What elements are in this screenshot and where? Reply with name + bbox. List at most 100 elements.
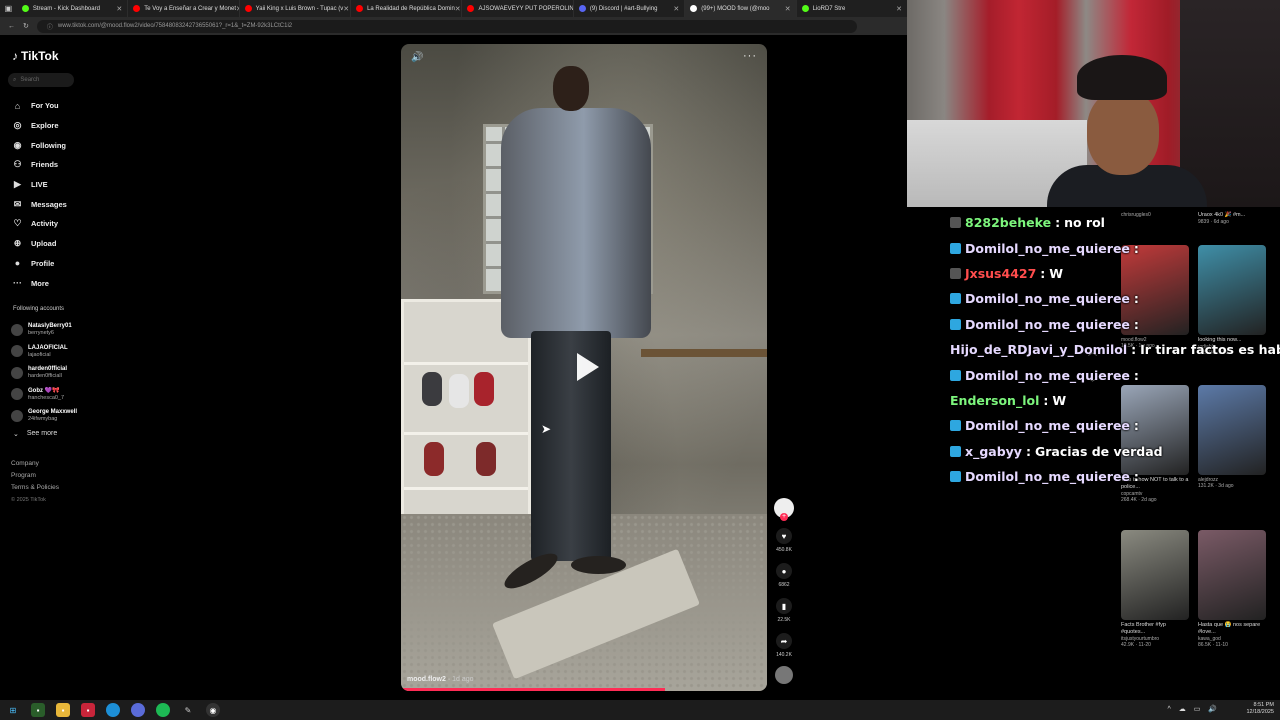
system-tray-icons[interactable]: ^ ☁ ▭ 🔊 xyxy=(1168,705,1220,713)
chat-badge-icon xyxy=(950,369,961,381)
close-tab-icon[interactable]: ✕ xyxy=(785,5,791,13)
browser-tab[interactable]: LioRD7 Stre ✕ xyxy=(797,0,909,17)
music-disc-icon[interactable] xyxy=(775,666,793,684)
tiktok-logo-text: TikTok xyxy=(21,49,59,63)
close-tab-icon[interactable]: ✕ xyxy=(673,5,679,13)
chat-message: Domilol_no_me_quieree: xyxy=(950,464,1280,489)
taskbar-clock[interactable]: 8:51 PM 12/18/2025 xyxy=(1246,702,1274,716)
sidebar-item-activity[interactable]: ♡ Activity xyxy=(11,214,67,234)
app-icon-pen[interactable]: ✎ xyxy=(181,703,195,717)
save-action[interactable]: ▮ 22.5K xyxy=(773,598,795,623)
browser-tab[interactable]: La Realidad de República Domin ✕ xyxy=(351,0,463,17)
tab-favicon-icon xyxy=(578,5,586,12)
app-icon-red[interactable]: ▪ xyxy=(81,703,95,717)
browser-tab[interactable]: AJSOWAEVEYY PUT POPEROLIN✕ xyxy=(462,0,574,17)
chat-username[interactable]: Domilol_no_me_quieree xyxy=(965,291,1130,306)
account-name: LAJAOFICIAL xyxy=(28,344,68,351)
chat-username[interactable]: Hijo_de_RDJavi_y_Domilol xyxy=(950,342,1127,357)
edge-browser-icon[interactable] xyxy=(106,703,120,717)
live-icon: ▶ xyxy=(14,179,21,190)
chat-badge-icon xyxy=(950,217,961,229)
chat-username[interactable]: Domilol_no_me_quieree xyxy=(965,368,1130,383)
footer-link-program[interactable]: Program xyxy=(11,470,59,482)
sidebar-item-upload[interactable]: ⊕ Upload xyxy=(11,234,67,254)
author-avatar[interactable] xyxy=(774,498,794,521)
more-options-icon[interactable]: ··· xyxy=(743,50,757,62)
following-icon: ◉ xyxy=(13,139,22,150)
video-title: Facts Brother #fyp #quotes... xyxy=(1121,622,1166,635)
see-more-label: See more xyxy=(26,430,58,437)
account-handle: berrynety6 xyxy=(28,330,54,337)
sidebar-item-messages[interactable]: ✉ Messages xyxy=(11,194,67,214)
windows-taskbar: ⊞ ▪ ▪ ▪ ✎ ◉ xyxy=(0,700,1280,720)
browser-tab[interactable]: (99+) MOOD flow (@moo ✕ xyxy=(685,0,797,17)
video-player[interactable]: 🔊 ··· mood.flow2 · 1d ago xyxy=(401,44,767,691)
terminal-icon[interactable]: ▪ xyxy=(31,703,45,717)
chat-username[interactable]: Enderson_lol xyxy=(950,393,1039,408)
close-tab-icon[interactable]: ✕ xyxy=(455,5,461,13)
sidebar-footer: Company Program Terms & Policies © 2025 … xyxy=(11,458,59,506)
tab-overview-icon[interactable]: ▣ xyxy=(0,0,17,17)
play-icon[interactable] xyxy=(565,347,605,387)
following-account[interactable]: LAJAOFICIAL lajaoficial xyxy=(11,341,77,363)
search-input[interactable]: ⌕ Search xyxy=(8,73,74,87)
chrome-icon[interactable] xyxy=(131,703,145,717)
related-video-card[interactable]: Hasta que 😭 nos separe #love... kawa_god 8… xyxy=(1198,530,1268,648)
video-thumbnail xyxy=(1121,530,1189,620)
footer-link-terms[interactable]: Terms & Policies xyxy=(11,482,59,494)
video-author[interactable]: mood.flow2 xyxy=(407,676,446,683)
browser-tab[interactable]: Te Voy a Enseñar a Crear y Monet✕ xyxy=(128,0,240,17)
chat-username[interactable]: Domilol_no_me_quieree xyxy=(965,418,1130,433)
obs-icon[interactable]: ◉ xyxy=(206,703,220,717)
share-count: 140.2K xyxy=(776,652,792,658)
sidebar-item-friends[interactable]: ⚇ Friends xyxy=(11,155,67,175)
chat-text: W xyxy=(1049,265,1064,281)
sidebar-item-for-you[interactable]: ⌂ For You xyxy=(11,96,67,116)
sidebar-item-explore[interactable]: ◎ Explore xyxy=(11,116,67,136)
tiktok-logo[interactable]: ♪ TikTok xyxy=(12,49,59,63)
sidebar-item-more[interactable]: ··· More xyxy=(11,273,67,293)
chat-username[interactable]: x_gabyy xyxy=(965,444,1022,459)
like-action[interactable]: ♥ 450.8K xyxy=(773,528,795,553)
sidebar-item-profile[interactable]: ● Profile xyxy=(11,254,67,274)
sidebar-item-following[interactable]: ◉ Following xyxy=(11,135,67,155)
chat-username[interactable]: 8282beheke xyxy=(965,215,1051,230)
site-info-icon[interactable]: ⓘ xyxy=(47,22,53,31)
following-account[interactable]: Gobz 💜🎀 franchesca0_7 xyxy=(11,384,77,406)
following-account[interactable]: George Maxxwell 24ifwmybag xyxy=(11,405,77,427)
see-more-button[interactable]: ⌄ See more xyxy=(13,430,57,438)
tab-title: Stream - Kick Dashboard xyxy=(32,5,100,12)
volume-icon[interactable]: 🔊 xyxy=(411,52,423,63)
url-input[interactable]: ⓘ www.tiktok.com/@mood.flow2/video/75848… xyxy=(36,19,857,33)
file-explorer-icon[interactable]: ▪ xyxy=(56,703,70,717)
close-tab-icon[interactable]: ✕ xyxy=(343,5,349,13)
chat-username[interactable]: Jxsus4427 xyxy=(965,266,1036,281)
sidebar-nav: ⌂ For You ◎ Explore ◉ Following ⚇ Friends ▶ LIVE ✉… xyxy=(11,96,67,293)
sidebar-item-live[interactable]: ▶ LIVE xyxy=(11,175,67,195)
chat-username[interactable]: Domilol_no_me_quieree xyxy=(965,317,1130,332)
chat-username[interactable]: Domilol_no_me_quieree xyxy=(965,469,1130,484)
browser-tab[interactable]: (9) Discord | #art-Bullying ✕ xyxy=(574,0,686,17)
sidebar-item-label: Following xyxy=(31,140,66,150)
share-action[interactable]: ➦ 140.2K xyxy=(773,633,795,658)
close-tab-icon[interactable]: ✕ xyxy=(896,5,902,13)
tab-title: Te Voy a Enseñar a Crear y Monet xyxy=(144,5,236,12)
tab-title: (9) Discord | #art-Bullying xyxy=(589,5,658,12)
profile-icon: ● xyxy=(14,258,21,269)
browser-tab[interactable]: Stream - Kick Dashboard ✕ xyxy=(17,0,129,17)
related-video-card[interactable]: Facts Brother #fyp #quotes... itsjustyour… xyxy=(1121,530,1191,648)
webcam-overlay xyxy=(907,0,1280,207)
windows-start-icon[interactable]: ⊞ xyxy=(6,703,20,717)
back-icon[interactable]: ← xyxy=(8,23,15,30)
chat-username[interactable]: Domilol_no_me_quieree xyxy=(965,241,1130,256)
reload-icon[interactable]: ↻ xyxy=(23,22,29,30)
following-account[interactable]: NataslyBerry01 berrynety6 xyxy=(11,319,77,341)
close-tab-icon[interactable]: ✕ xyxy=(116,5,122,13)
comment-action[interactable]: ● 6862 xyxy=(773,563,795,588)
following-account[interactable]: harden0fficial harden0fficiall xyxy=(11,362,77,384)
footer-link-company[interactable]: Company xyxy=(11,458,59,470)
bookmark-icon: ▮ xyxy=(776,598,792,614)
video-progress-bar[interactable] xyxy=(401,688,665,691)
spotify-icon[interactable] xyxy=(156,703,170,717)
browser-tab[interactable]: Yaii King x Luis Brown - Tupac (v ✕ xyxy=(240,0,352,17)
